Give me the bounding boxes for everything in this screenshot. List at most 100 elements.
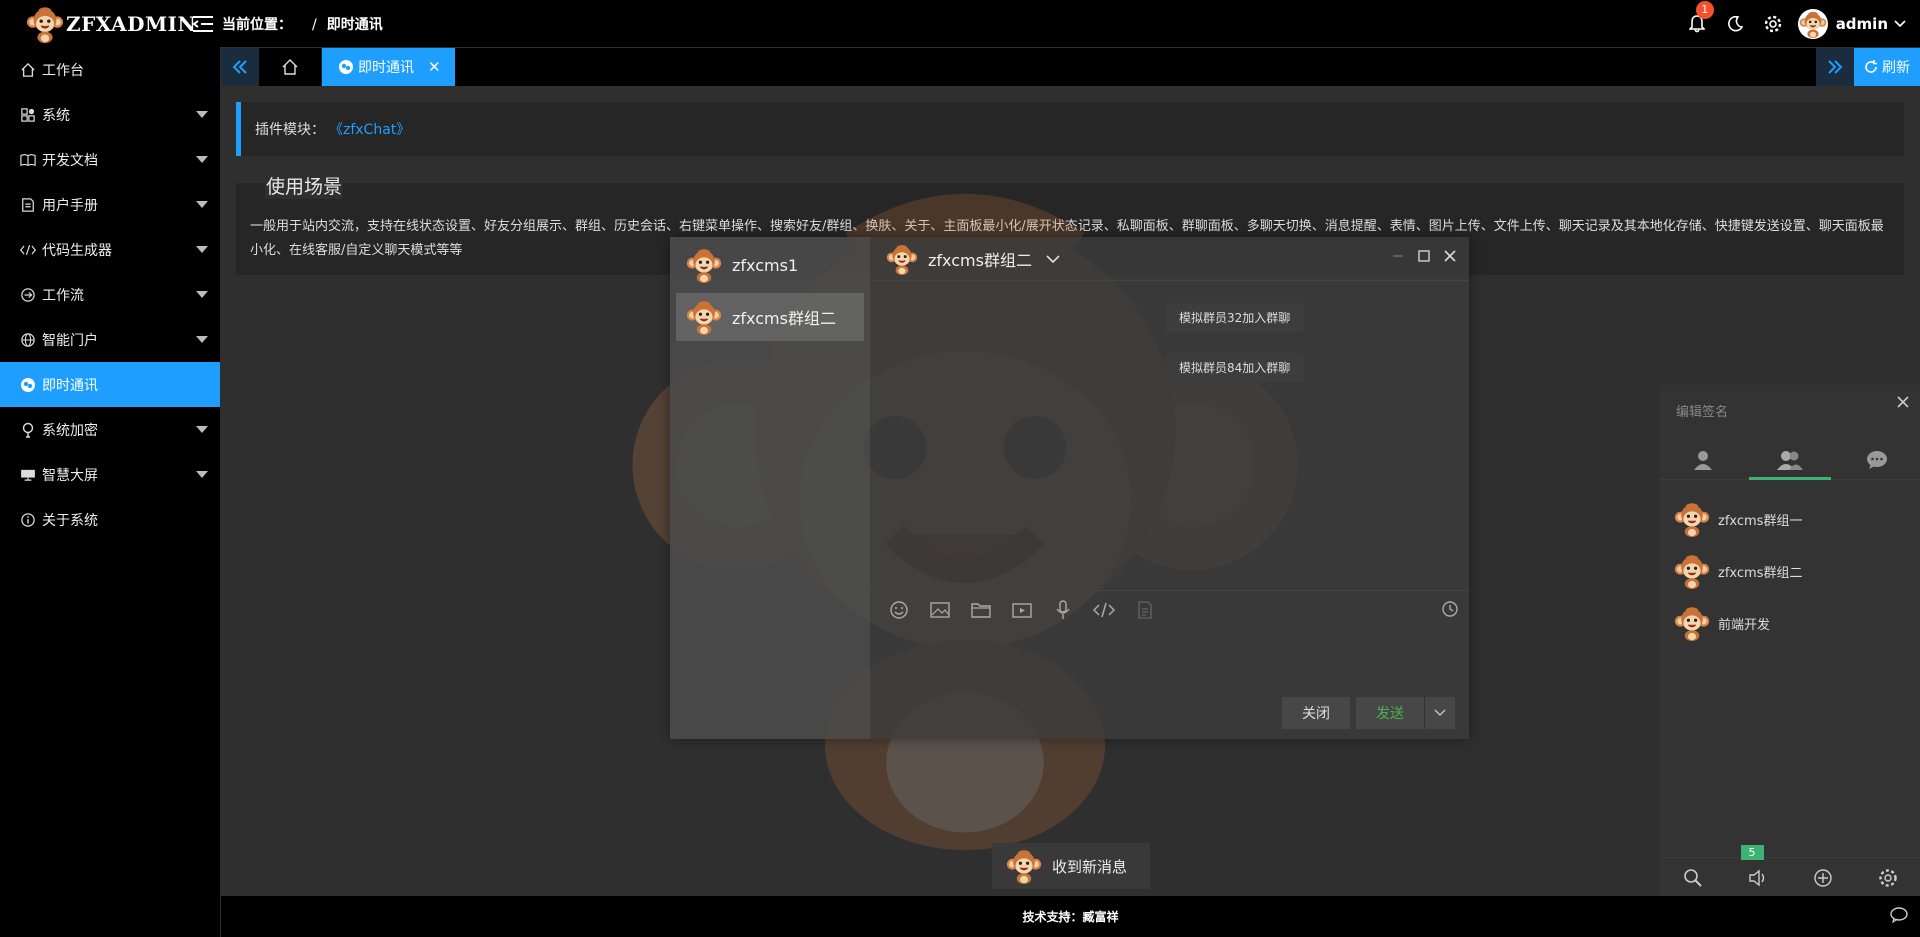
apps-icon (20, 107, 36, 123)
sidebar-item[interactable]: 开发文档 (0, 137, 220, 182)
avatar (686, 247, 722, 283)
chat-session-item[interactable]: zfxcms1 (676, 241, 864, 289)
group-avatar (1674, 501, 1710, 537)
note-icon[interactable] (1134, 599, 1156, 621)
book-icon (20, 152, 36, 168)
sidebar-item[interactable]: 即时通讯 (0, 362, 220, 407)
avatar (1006, 848, 1042, 884)
sidebar-item[interactable]: 工作台 (0, 47, 220, 92)
chat-session-name: zfxcms1 (732, 255, 799, 275)
sidebar-item[interactable]: 系统 (0, 92, 220, 137)
info-icon (20, 512, 36, 528)
image-icon[interactable] (929, 599, 951, 621)
chat-title: zfxcms群组二 (928, 250, 1032, 270)
chat-actions: 关闭 发送 (1282, 697, 1455, 729)
logo-monkey-icon (26, 5, 64, 43)
chevron-down-icon[interactable] (1046, 254, 1060, 264)
minimize-icon[interactable] (1391, 249, 1405, 263)
home-icon (282, 59, 298, 75)
caret-down-icon (196, 471, 208, 478)
double-left-icon (232, 60, 247, 74)
tab-scroll-right-button[interactable] (1816, 48, 1854, 86)
refresh-icon (1865, 60, 1877, 73)
chat-session-list: zfxcms1 zfxcms群组二 (670, 237, 870, 739)
breadcrumb-current: 即时通讯 (326, 16, 383, 33)
sound-icon[interactable]: 5 (1740, 844, 1769, 889)
chat-bubble-icon[interactable] (1890, 907, 1908, 926)
scene-title: 使用场景 (265, 172, 344, 199)
emoji-icon[interactable] (888, 599, 910, 621)
maximize-icon[interactable] (1417, 249, 1431, 263)
username: admin (1835, 14, 1888, 33)
refresh-button[interactable]: 刷新 (1854, 48, 1920, 86)
chat-bubble-icon (1866, 450, 1887, 469)
breadcrumb-separator: / (312, 16, 317, 33)
caret-down-icon (196, 291, 208, 298)
add-icon[interactable] (1812, 867, 1834, 889)
plugin-link[interactable]: 《zfxChat》 (329, 119, 410, 139)
close-icon[interactable] (1896, 395, 1910, 413)
sidebar-item-label: 系统 (42, 107, 70, 124)
mic-icon[interactable] (1052, 599, 1074, 621)
new-message-tip[interactable]: 收到新消息 (992, 843, 1150, 889)
tab-im[interactable]: 即时通讯 ✕ (322, 48, 455, 86)
sidebar-item[interactable]: 智能门户 (0, 317, 220, 362)
sidebar-item-label: 工作台 (42, 62, 84, 79)
tab-home[interactable] (259, 48, 322, 86)
tab-history[interactable] (1833, 440, 1920, 479)
close-icon[interactable] (1443, 249, 1457, 263)
sidebar-item[interactable]: 系统加密 (0, 407, 220, 452)
user-menu[interactable]: admin (1797, 8, 1906, 39)
group-avatar (886, 243, 918, 275)
chat-icon (339, 60, 353, 74)
tab-scroll-left-button[interactable] (221, 48, 259, 86)
sidebar-item[interactable]: 代码生成器 (0, 227, 220, 272)
close-button[interactable]: 关闭 (1282, 697, 1350, 729)
sidebar-item[interactable]: 用户手册 (0, 182, 220, 227)
logo[interactable]: ZFXADMIN (0, 0, 220, 47)
system-message: 模拟群员32加入群聊 (1165, 303, 1305, 332)
search-icon[interactable] (1682, 867, 1704, 889)
video-icon[interactable] (1011, 599, 1033, 621)
sidebar-item-label: 智慧大屏 (42, 467, 98, 484)
history-icon[interactable] (1441, 600, 1459, 622)
bell-icon[interactable]: 1 (1686, 0, 1714, 35)
new-message-text: 收到新消息 (1052, 857, 1128, 876)
tab-groups[interactable] (1747, 440, 1834, 480)
sidebar-item[interactable]: 工作流 (0, 272, 220, 317)
send-options-button[interactable] (1425, 697, 1455, 729)
sidebar-item[interactable]: 关于系统 (0, 497, 220, 542)
gear-icon[interactable] (1877, 867, 1899, 889)
sidebar-item[interactable]: 智慧大屏 (0, 452, 220, 497)
code-icon[interactable] (1093, 599, 1115, 621)
send-button[interactable]: 发送 (1356, 697, 1425, 729)
moon-icon[interactable] (1724, 13, 1746, 35)
group-item[interactable]: zfxcms群组二 (1660, 545, 1920, 597)
globe-icon (20, 332, 36, 348)
notification-badge: 1 (1695, 0, 1714, 19)
chevron-down-icon (1434, 709, 1446, 717)
sidebar-item-label: 工作流 (42, 287, 84, 304)
chat-session-item[interactable]: zfxcms群组二 (676, 293, 864, 341)
gear-icon[interactable] (1762, 13, 1784, 35)
system-message: 模拟群员84加入群聊 (1165, 353, 1305, 382)
signature-field[interactable]: 编辑签名 (1676, 401, 1728, 420)
folder-icon[interactable] (970, 599, 992, 621)
group-item[interactable]: 前端开发 (1660, 597, 1920, 649)
chat-window: zfxcms1 zfxcms群组二 zfxcms群组二 模拟群员32加入群聊 模拟… (670, 237, 1469, 739)
tab-friends[interactable] (1660, 440, 1747, 479)
group-name: zfxcms群组二 (1718, 565, 1803, 581)
caret-down-icon (196, 336, 208, 343)
user-icon (1694, 450, 1713, 470)
bulb-icon (20, 422, 36, 438)
home-icon (20, 62, 36, 78)
sidebar: 工作台系统开发文档 用户手册 代码生成器工作流智能门户 即时通讯 系统加密智慧大屏关于系… (0, 47, 220, 937)
chevron-down-icon (1894, 19, 1906, 27)
group-item[interactable]: zfxcms群组一 (1660, 493, 1920, 545)
close-icon[interactable]: ✕ (428, 58, 441, 76)
code-icon (20, 242, 36, 258)
caret-down-icon (196, 111, 208, 118)
sidebar-item-label: 关于系统 (42, 512, 98, 529)
topbar-actions: 1 admin (1670, 0, 1920, 47)
menu-fold-icon[interactable] (192, 13, 214, 35)
